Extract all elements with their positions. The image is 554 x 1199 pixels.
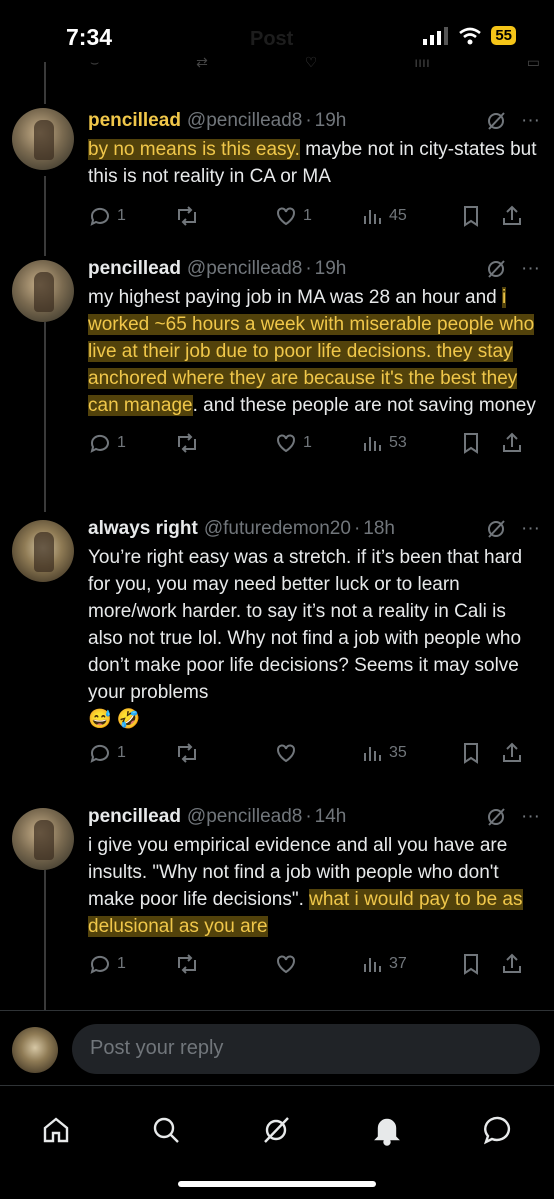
more-icon[interactable]: ··· bbox=[521, 518, 540, 540]
tweet[interactable]: pencillead @pencillead8 · 19h ··· my hig… bbox=[0, 256, 554, 496]
author-handle[interactable]: @futuredemon20 bbox=[204, 518, 351, 540]
like-button[interactable]: 1 bbox=[274, 431, 360, 455]
home-icon[interactable] bbox=[40, 1114, 72, 1146]
author-name[interactable]: pencillead bbox=[88, 110, 181, 132]
more-icon[interactable]: ··· bbox=[521, 258, 540, 280]
more-icon[interactable]: ··· bbox=[521, 806, 540, 828]
reply-button[interactable]: 1 bbox=[88, 204, 174, 228]
like-button[interactable] bbox=[274, 952, 360, 976]
tweet-text: my highest paying job in MA was 28 an ho… bbox=[88, 287, 536, 416]
reply-bar: Post your reply bbox=[0, 1010, 554, 1085]
messages-icon[interactable] bbox=[482, 1114, 514, 1146]
avatar[interactable] bbox=[12, 108, 74, 170]
grok-icon[interactable] bbox=[485, 258, 507, 280]
tweet[interactable]: pencillead @pencillead8 · 19h ··· by no … bbox=[0, 104, 554, 244]
share-button[interactable] bbox=[500, 431, 524, 455]
author-name[interactable]: pencillead bbox=[88, 806, 181, 828]
like-button[interactable]: 1 bbox=[274, 204, 360, 228]
tweet[interactable]: pencillead @pencillead8 · 14h ··· i give… bbox=[0, 804, 554, 994]
views-button[interactable]: 35 bbox=[360, 741, 460, 765]
repost-button[interactable] bbox=[174, 741, 274, 765]
reply-button[interactable]: 1 bbox=[88, 741, 174, 765]
author-handle[interactable]: @pencillead8 bbox=[187, 258, 302, 280]
tweet-time: 19h bbox=[314, 110, 347, 131]
grok-icon[interactable] bbox=[260, 1114, 292, 1146]
tweet-text: You’re right easy was a stretch. if it’s… bbox=[88, 544, 540, 733]
battery-indicator: 55 bbox=[491, 26, 516, 45]
bookmark-button[interactable] bbox=[460, 431, 500, 455]
status-time: 7:34 bbox=[66, 24, 113, 50]
like-button[interactable] bbox=[274, 741, 360, 765]
tweet[interactable]: always right @futuredemon20 · 18h ··· Yo… bbox=[0, 516, 554, 796]
repost-button[interactable] bbox=[174, 952, 274, 976]
avatar[interactable] bbox=[12, 520, 74, 582]
repost-button[interactable] bbox=[174, 431, 274, 455]
tweet-text: by no means is this easy. maybe not in c… bbox=[88, 139, 537, 187]
share-button[interactable] bbox=[500, 952, 524, 976]
author-handle[interactable]: @pencillead8 bbox=[187, 806, 302, 828]
repost-button[interactable] bbox=[174, 204, 274, 228]
tweet-time: 19h bbox=[314, 258, 347, 279]
previous-tweet-actions: ⌣ ⇄ ♡ ıııı ▭ bbox=[90, 54, 540, 72]
views-button[interactable]: 45 bbox=[360, 204, 460, 228]
like-icon: ♡ bbox=[304, 54, 318, 70]
bookmark-button[interactable] bbox=[460, 204, 500, 228]
grok-icon[interactable] bbox=[485, 518, 507, 540]
header-title: Post bbox=[250, 28, 294, 50]
reply-icon: ⌣ bbox=[90, 54, 100, 70]
repost-icon: ⇄ bbox=[196, 54, 208, 70]
bookmark-button[interactable] bbox=[460, 952, 500, 976]
grok-icon[interactable] bbox=[485, 806, 507, 828]
reply-button[interactable]: 1 bbox=[88, 431, 174, 455]
signal-icon bbox=[423, 26, 449, 45]
views-icon: ıııı bbox=[414, 54, 430, 70]
tweet-actions: 1 1 53 bbox=[88, 431, 540, 455]
author-name[interactable]: pencillead bbox=[88, 258, 181, 280]
status-indicators: 55 bbox=[423, 26, 516, 45]
author-handle[interactable]: @pencillead8 bbox=[187, 110, 302, 132]
grok-icon[interactable] bbox=[485, 110, 507, 132]
tweet-actions: 1 1 45 bbox=[88, 204, 540, 228]
more-icon[interactable]: ··· bbox=[521, 110, 540, 132]
share-button[interactable] bbox=[500, 741, 524, 765]
tweet-actions: 1 37 bbox=[88, 952, 540, 976]
reply-input[interactable]: Post your reply bbox=[72, 1024, 540, 1074]
home-indicator bbox=[178, 1181, 376, 1187]
wifi-icon bbox=[459, 27, 482, 44]
views-button[interactable]: 37 bbox=[360, 952, 460, 976]
search-icon[interactable] bbox=[150, 1114, 182, 1146]
views-button[interactable]: 53 bbox=[360, 431, 460, 455]
avatar[interactable] bbox=[12, 260, 74, 322]
tweet-text: i give you empirical evidence and all yo… bbox=[88, 835, 523, 937]
avatar[interactable] bbox=[12, 1027, 58, 1073]
author-name[interactable]: always right bbox=[88, 518, 198, 540]
tweet-time: 18h bbox=[363, 518, 395, 539]
avatar[interactable] bbox=[12, 808, 74, 870]
bookmark-icon: ▭ bbox=[526, 54, 540, 70]
bookmark-button[interactable] bbox=[460, 741, 500, 765]
share-button[interactable] bbox=[500, 204, 524, 228]
notifications-icon[interactable] bbox=[371, 1114, 403, 1146]
thread-line bbox=[44, 62, 46, 104]
tweet-time: 14h bbox=[314, 806, 347, 827]
tweet-actions: 1 35 bbox=[88, 741, 540, 765]
tweet-emoji: 😅 🤣 bbox=[88, 709, 141, 730]
reply-button[interactable]: 1 bbox=[88, 952, 174, 976]
